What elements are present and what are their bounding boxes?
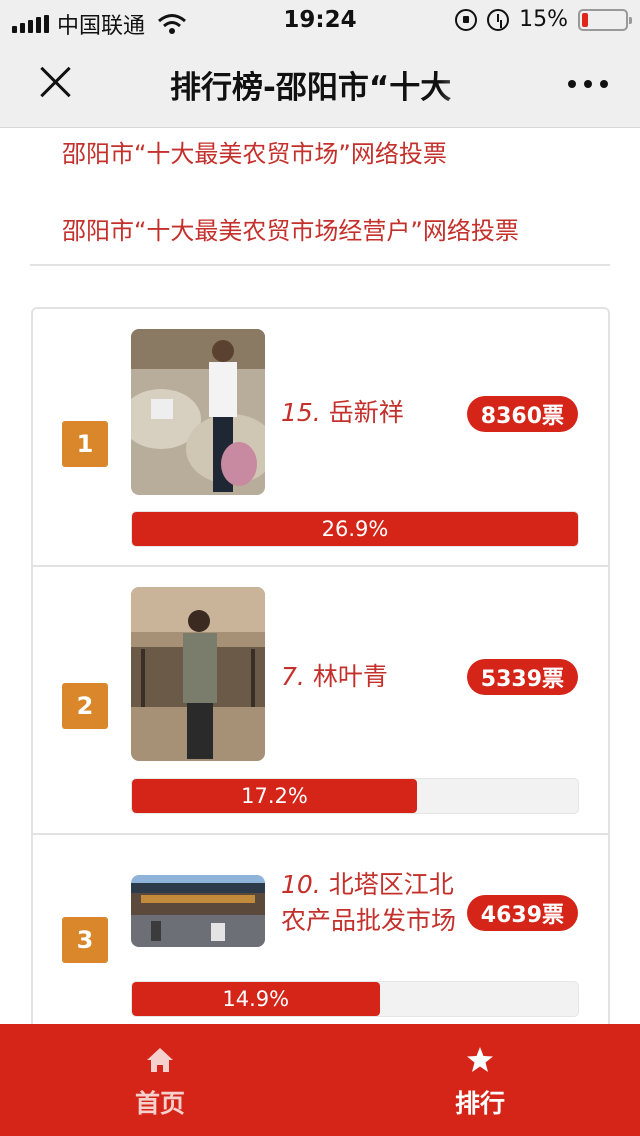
alarm-icon bbox=[487, 8, 510, 31]
battery-percent: 15% bbox=[519, 7, 568, 32]
more-options-button[interactable] bbox=[568, 80, 608, 88]
candidate-name: 10. 北塔区江北农产品批发市场 bbox=[281, 870, 457, 935]
nav-bar: 排行榜-邵阳市“十大 bbox=[0, 40, 640, 128]
vote-percent: 26.9% bbox=[321, 517, 389, 541]
rank-badge: 3 bbox=[62, 917, 108, 963]
vote-progress-bar: 26.9% bbox=[131, 511, 579, 547]
vote-progress-bar: 17.2% bbox=[131, 778, 579, 814]
home-icon bbox=[147, 1048, 173, 1072]
battery-icon bbox=[578, 8, 632, 31]
tab-home[interactable]: 首页 bbox=[0, 1024, 320, 1136]
link-vendor-vote[interactable]: 邵阳市“十大最美农贸市场经营户”网络投票 bbox=[62, 211, 519, 246]
tab-home-label: 首页 bbox=[134, 1089, 185, 1118]
rank-badge: 2 bbox=[62, 683, 108, 729]
vote-count-badge: 5339票 bbox=[466, 659, 578, 695]
vote-count-badge: 4639票 bbox=[466, 895, 578, 931]
close-button[interactable] bbox=[34, 60, 78, 104]
divider bbox=[30, 264, 610, 266]
vote-percent: 17.2% bbox=[241, 784, 308, 808]
vote-progress-bar: 14.9% bbox=[131, 981, 579, 1017]
status-bar: 中国联通 19:24 15% bbox=[0, 0, 640, 40]
page-title: 排行榜-邵阳市“十大 bbox=[170, 62, 490, 107]
rotation-lock-icon bbox=[455, 8, 478, 31]
star-icon bbox=[467, 1047, 493, 1072]
candidate-photo bbox=[131, 587, 265, 761]
vote-percent: 14.9% bbox=[222, 987, 290, 1011]
tab-ranking-label: 排行 bbox=[454, 1089, 505, 1118]
ranking-list: 1 15. 岳新祥 8360票 26.9% 2 7. 林叶青 5339票 17.… bbox=[31, 307, 610, 1047]
candidate-photo bbox=[131, 329, 265, 495]
ranking-item-1[interactable]: 1 15. 岳新祥 8360票 26.9% bbox=[33, 309, 608, 567]
candidate-photo bbox=[131, 875, 265, 947]
vote-count-badge: 8360票 bbox=[466, 396, 578, 432]
ranking-item-2[interactable]: 2 7. 林叶青 5339票 17.2% bbox=[33, 567, 608, 835]
link-market-vote[interactable]: 邵阳市“十大最美农贸市场”网络投票 bbox=[62, 134, 447, 169]
candidate-name: 15. 岳新祥 bbox=[281, 398, 404, 427]
tab-ranking[interactable]: 排行 bbox=[320, 1024, 640, 1136]
candidate-name: 7. 林叶青 bbox=[281, 662, 388, 691]
ranking-item-3[interactable]: 3 10. 北塔区江北农产品批发市场 4639票 14.9% bbox=[33, 835, 608, 1045]
bottom-tab-bar: 首页 排行 bbox=[0, 1024, 640, 1136]
rank-badge: 1 bbox=[62, 421, 108, 467]
